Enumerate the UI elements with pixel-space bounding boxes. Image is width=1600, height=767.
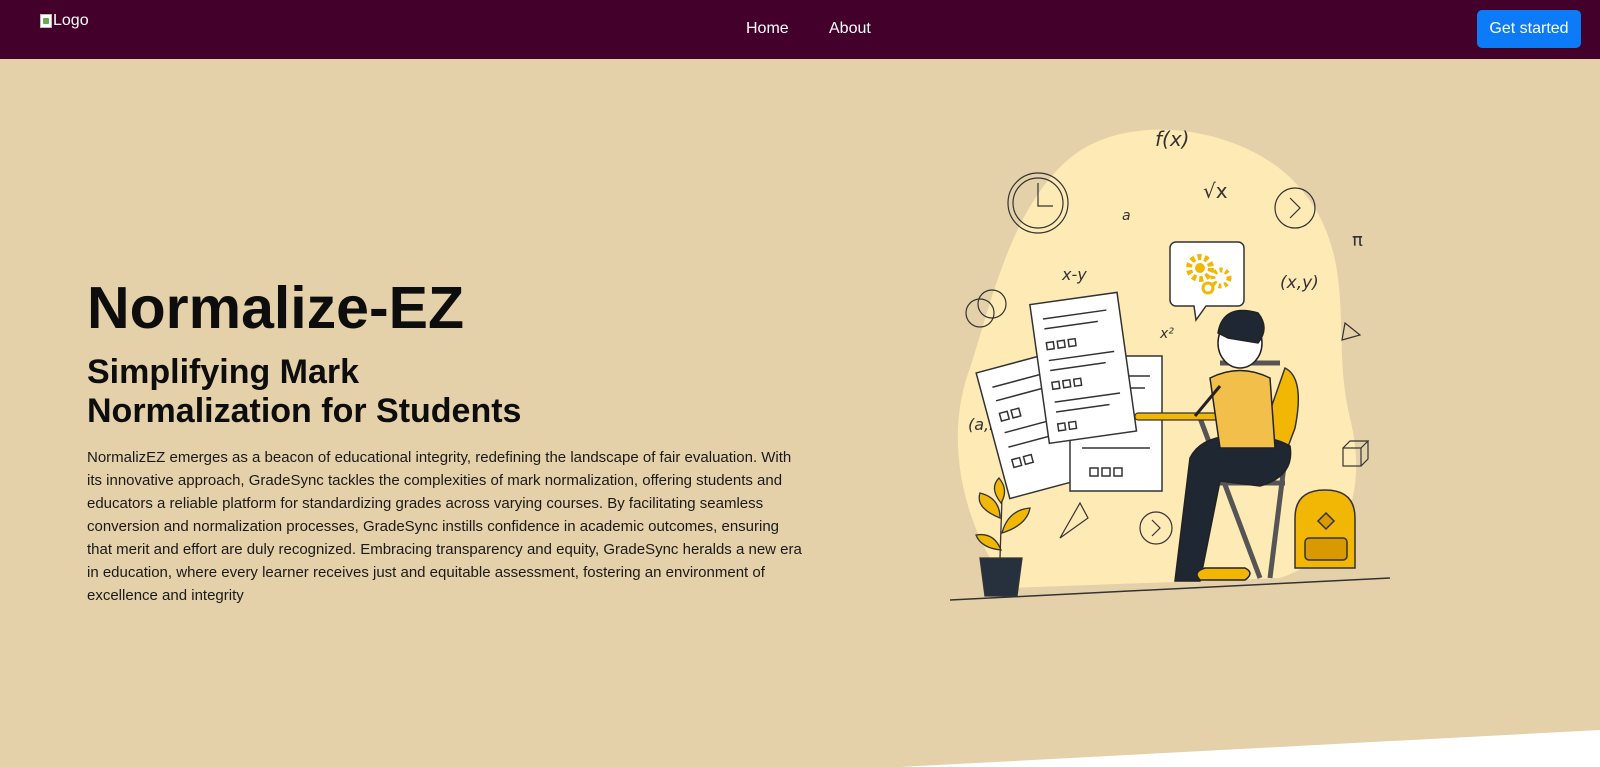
- math-symbol-sqrt: √x: [1203, 179, 1228, 203]
- math-symbol-pi: π: [1352, 230, 1363, 251]
- backpack: [1294, 489, 1356, 569]
- student-studying-illustration: f(x) √x a x-y x² (x,y) (a,b) π: [950, 127, 1391, 601]
- nav-link-home[interactable]: Home: [746, 19, 789, 39]
- get-started-button[interactable]: Get started: [1477, 10, 1581, 48]
- math-symbol-a: a: [1122, 208, 1131, 224]
- nav-link-about[interactable]: About: [829, 19, 871, 39]
- logo-alt-text: Logo: [53, 12, 89, 29]
- bottom-wave-divider: [900, 730, 1600, 767]
- logo[interactable]: Logo: [40, 11, 89, 31]
- math-symbol-xy-pair: (x,y): [1280, 273, 1319, 293]
- top-navbar: Logo Home About Get started: [0, 0, 1600, 59]
- hero-description: NormalizEZ emerges as a beacon of educat…: [87, 449, 802, 604]
- hero-subtitle: Simplifying Mark Normalization for Stude…: [87, 353, 522, 430]
- triangle-icon: [1341, 321, 1362, 341]
- hero-title: Normalize-EZ: [87, 275, 465, 341]
- broken-image-icon: [40, 14, 52, 28]
- math-symbol-x-minus-y: x-y: [1061, 265, 1087, 284]
- math-symbol-fx: f(x): [1155, 127, 1189, 151]
- math-symbol-x-squared: x²: [1159, 326, 1174, 342]
- desk-arm: [1134, 412, 1226, 421]
